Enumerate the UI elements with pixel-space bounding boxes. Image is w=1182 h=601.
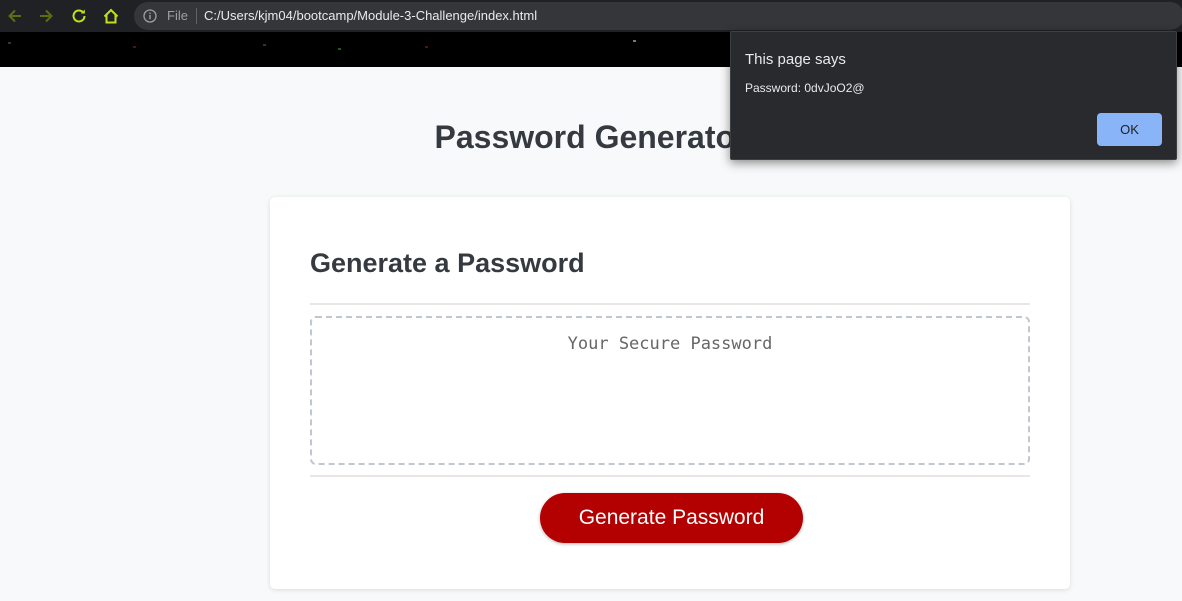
- password-card: Generate a Password Generate Password: [270, 197, 1070, 589]
- bookmark-item[interactable]: [133, 46, 136, 48]
- home-icon: [103, 8, 119, 24]
- bookmark-item[interactable]: [263, 44, 266, 46]
- url-text[interactable]: C:/Users/kjm04/bootcamp/Module-3-Challen…: [204, 9, 537, 23]
- back-button[interactable]: [4, 5, 26, 27]
- divider: [310, 475, 1030, 477]
- dialog-title: This page says: [745, 51, 846, 68]
- home-button[interactable]: [100, 5, 122, 27]
- arrow-right-icon: [40, 9, 53, 23]
- card-header: Generate a Password: [310, 248, 585, 278]
- bookmark-item[interactable]: [425, 46, 428, 48]
- forward-button[interactable]: [35, 5, 57, 27]
- alert-dialog: This page says Password: 0dvJoO2@ OK: [730, 31, 1177, 160]
- arrow-left-icon: [8, 9, 21, 23]
- bookmark-item[interactable]: [8, 42, 11, 44]
- dialog-message: Password: 0dvJoO2@: [745, 81, 865, 95]
- generate-password-button[interactable]: Generate Password: [540, 493, 803, 543]
- bookmark-item[interactable]: [633, 40, 636, 42]
- divider: [310, 303, 1030, 305]
- bookmark-item[interactable]: [338, 48, 341, 50]
- address-separator: [196, 8, 197, 24]
- info-icon[interactable]: [143, 9, 157, 23]
- address-bar[interactable]: File C:/Users/kjm04/bootcamp/Module-3-Ch…: [134, 2, 1182, 30]
- password-textarea[interactable]: [310, 316, 1030, 465]
- reload-button[interactable]: [68, 5, 90, 27]
- reload-icon: [72, 9, 86, 23]
- scheme-label: File: [167, 8, 188, 23]
- browser-toolbar: File C:/Users/kjm04/bootcamp/Module-3-Ch…: [0, 0, 1182, 32]
- ok-button[interactable]: OK: [1097, 113, 1162, 146]
